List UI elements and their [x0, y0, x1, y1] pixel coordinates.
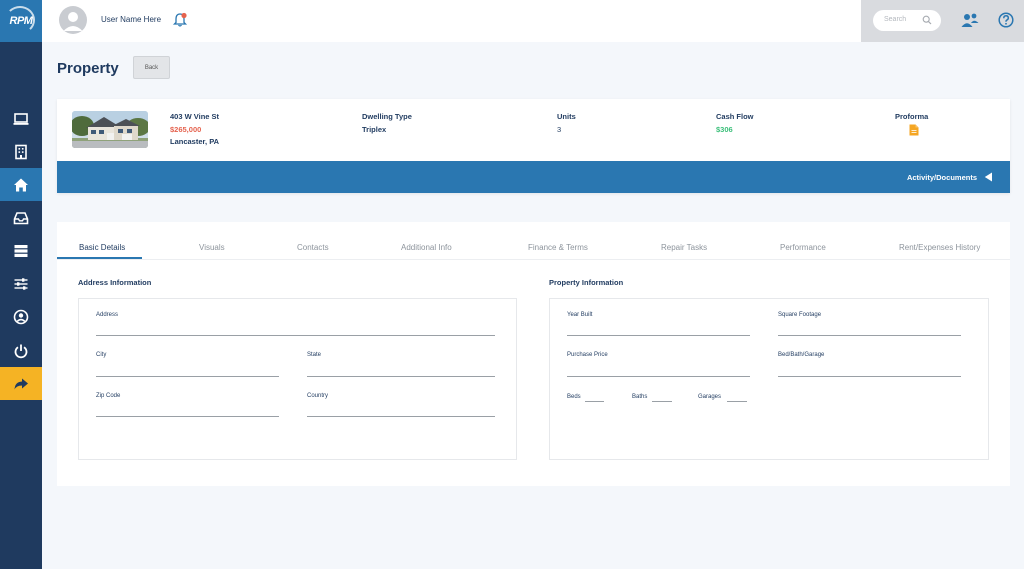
- address-information-box: Address City State Zip Code Country: [78, 298, 517, 460]
- tab-visuals[interactable]: Visuals: [199, 243, 225, 252]
- nav-dashboard[interactable]: [0, 102, 42, 135]
- dwelling-type-value: Triplex: [362, 124, 387, 134]
- tab-finance-terms[interactable]: Finance & Terms: [528, 243, 588, 252]
- property-address-block: 403 W Vine St $265,000 Lancaster, PA: [170, 111, 219, 149]
- activity-documents-bar[interactable]: Activity/Documents: [57, 161, 1010, 193]
- back-button[interactable]: Back: [133, 56, 170, 79]
- avatar[interactable]: [59, 6, 87, 34]
- nav-properties-building[interactable]: [0, 135, 42, 168]
- garages-label: Garages: [698, 394, 722, 400]
- proforma-block: Proforma: [895, 111, 928, 124]
- nav-inbox[interactable]: [0, 201, 42, 234]
- units-value: 3: [557, 124, 562, 134]
- help-icon[interactable]: [998, 12, 1014, 28]
- city-input[interactable]: [96, 376, 279, 377]
- tab-repair-tasks[interactable]: Repair Tasks: [661, 243, 707, 252]
- logo-ring: [5, 6, 35, 34]
- country-label: Country: [307, 393, 329, 399]
- sliders-icon: [14, 277, 28, 290]
- beds-label: Beds: [567, 394, 581, 400]
- building-icon: [15, 144, 27, 159]
- baths-input[interactable]: [652, 401, 672, 402]
- property-details-panel: Basic Details Visuals Contacts Additiona…: [57, 222, 1010, 486]
- garages-input[interactable]: [727, 401, 747, 402]
- property-price: $265,000: [170, 124, 202, 134]
- share-icon: [14, 378, 28, 389]
- user-name: User Name Here: [101, 15, 162, 24]
- users-icon[interactable]: [961, 12, 979, 28]
- purchase-price-label: Purchase Price: [567, 352, 608, 358]
- nav-data[interactable]: [0, 234, 42, 267]
- country-input[interactable]: [307, 416, 495, 417]
- caret-left-icon[interactable]: [984, 172, 993, 182]
- avatar-person-icon: [63, 12, 83, 31]
- address-input[interactable]: [96, 335, 495, 336]
- proforma-document-icon[interactable]: [909, 124, 919, 136]
- inbox-icon: [13, 211, 29, 224]
- units-label: Units: [557, 112, 576, 121]
- cash-flow-block: Cash Flow $306: [716, 111, 754, 136]
- page-title: Property: [57, 60, 119, 77]
- property-address: 403 W Vine St: [170, 112, 220, 121]
- tab-performance[interactable]: Performance: [780, 243, 826, 252]
- top-bar: User Name Here Search: [42, 0, 1024, 42]
- address-label: Address: [96, 312, 119, 318]
- app-logo[interactable]: RPM: [0, 0, 42, 42]
- tab-rent-expenses-history[interactable]: Rent/Expenses History: [899, 243, 980, 252]
- square-footage-label: Square Footage: [778, 312, 822, 318]
- property-city-state: Lancaster, PA: [170, 137, 220, 146]
- search-placeholder: Search: [884, 16, 907, 23]
- laptop-icon: [13, 112, 29, 125]
- address-information-title: Address Information: [78, 278, 152, 287]
- nav-settings-sliders[interactable]: [0, 267, 42, 300]
- square-footage-input[interactable]: [778, 335, 961, 336]
- state-input[interactable]: [307, 376, 495, 377]
- tab-additional-info[interactable]: Additional Info: [401, 243, 452, 252]
- purchase-price-input[interactable]: [567, 376, 750, 377]
- house-photo-image: [72, 111, 148, 148]
- search-icon[interactable]: [922, 15, 932, 25]
- zip-code-input[interactable]: [96, 416, 279, 417]
- power-icon: [14, 344, 28, 358]
- bed-bath-garage-input[interactable]: [778, 376, 961, 377]
- beds-input[interactable]: [585, 401, 604, 402]
- state-label: State: [307, 352, 322, 358]
- nav-share[interactable]: [0, 367, 42, 400]
- user-circle-icon: [13, 309, 29, 324]
- units-block: Units 3: [557, 111, 576, 136]
- zip-code-label: Zip Code: [96, 393, 121, 399]
- tab-contacts[interactable]: Contacts: [297, 243, 329, 252]
- home-icon: [14, 178, 28, 191]
- nav-profile[interactable]: [0, 300, 42, 333]
- nav-logout[interactable]: [0, 334, 42, 367]
- city-label: City: [96, 352, 107, 358]
- dwelling-type-block: Dwelling Type Triplex: [362, 111, 412, 136]
- property-information-title: Property Information: [549, 278, 624, 287]
- server-icon: [14, 244, 28, 257]
- property-summary-card: 403 W Vine St $265,000 Lancaster, PA Dwe…: [57, 99, 1010, 193]
- bed-bath-garage-label: Bed/Bath/Garage: [778, 352, 825, 358]
- cash-flow-label: Cash Flow: [716, 112, 754, 121]
- baths-label: Baths: [632, 394, 648, 400]
- top-right-tools: Search: [861, 0, 1024, 42]
- bell-icon[interactable]: [172, 12, 188, 28]
- tabs-divider: [57, 259, 1010, 260]
- search-box[interactable]: Search: [873, 10, 941, 31]
- active-tab-indicator: [57, 257, 142, 259]
- property-photo[interactable]: [72, 111, 148, 148]
- proforma-label: Proforma: [895, 112, 929, 121]
- year-built-label: Year Built: [567, 312, 593, 318]
- tab-basic-details[interactable]: Basic Details: [79, 243, 125, 252]
- activity-documents-label: Activity/Documents: [906, 173, 977, 182]
- nav-home[interactable]: [0, 168, 42, 201]
- dwelling-type-label: Dwelling Type: [362, 112, 412, 121]
- property-information-box: Year Built Square Footage Purchase Price…: [549, 298, 989, 460]
- sidebar: RPM: [0, 0, 42, 569]
- cash-flow-value: $306: [716, 124, 733, 134]
- year-built-input[interactable]: [567, 335, 750, 336]
